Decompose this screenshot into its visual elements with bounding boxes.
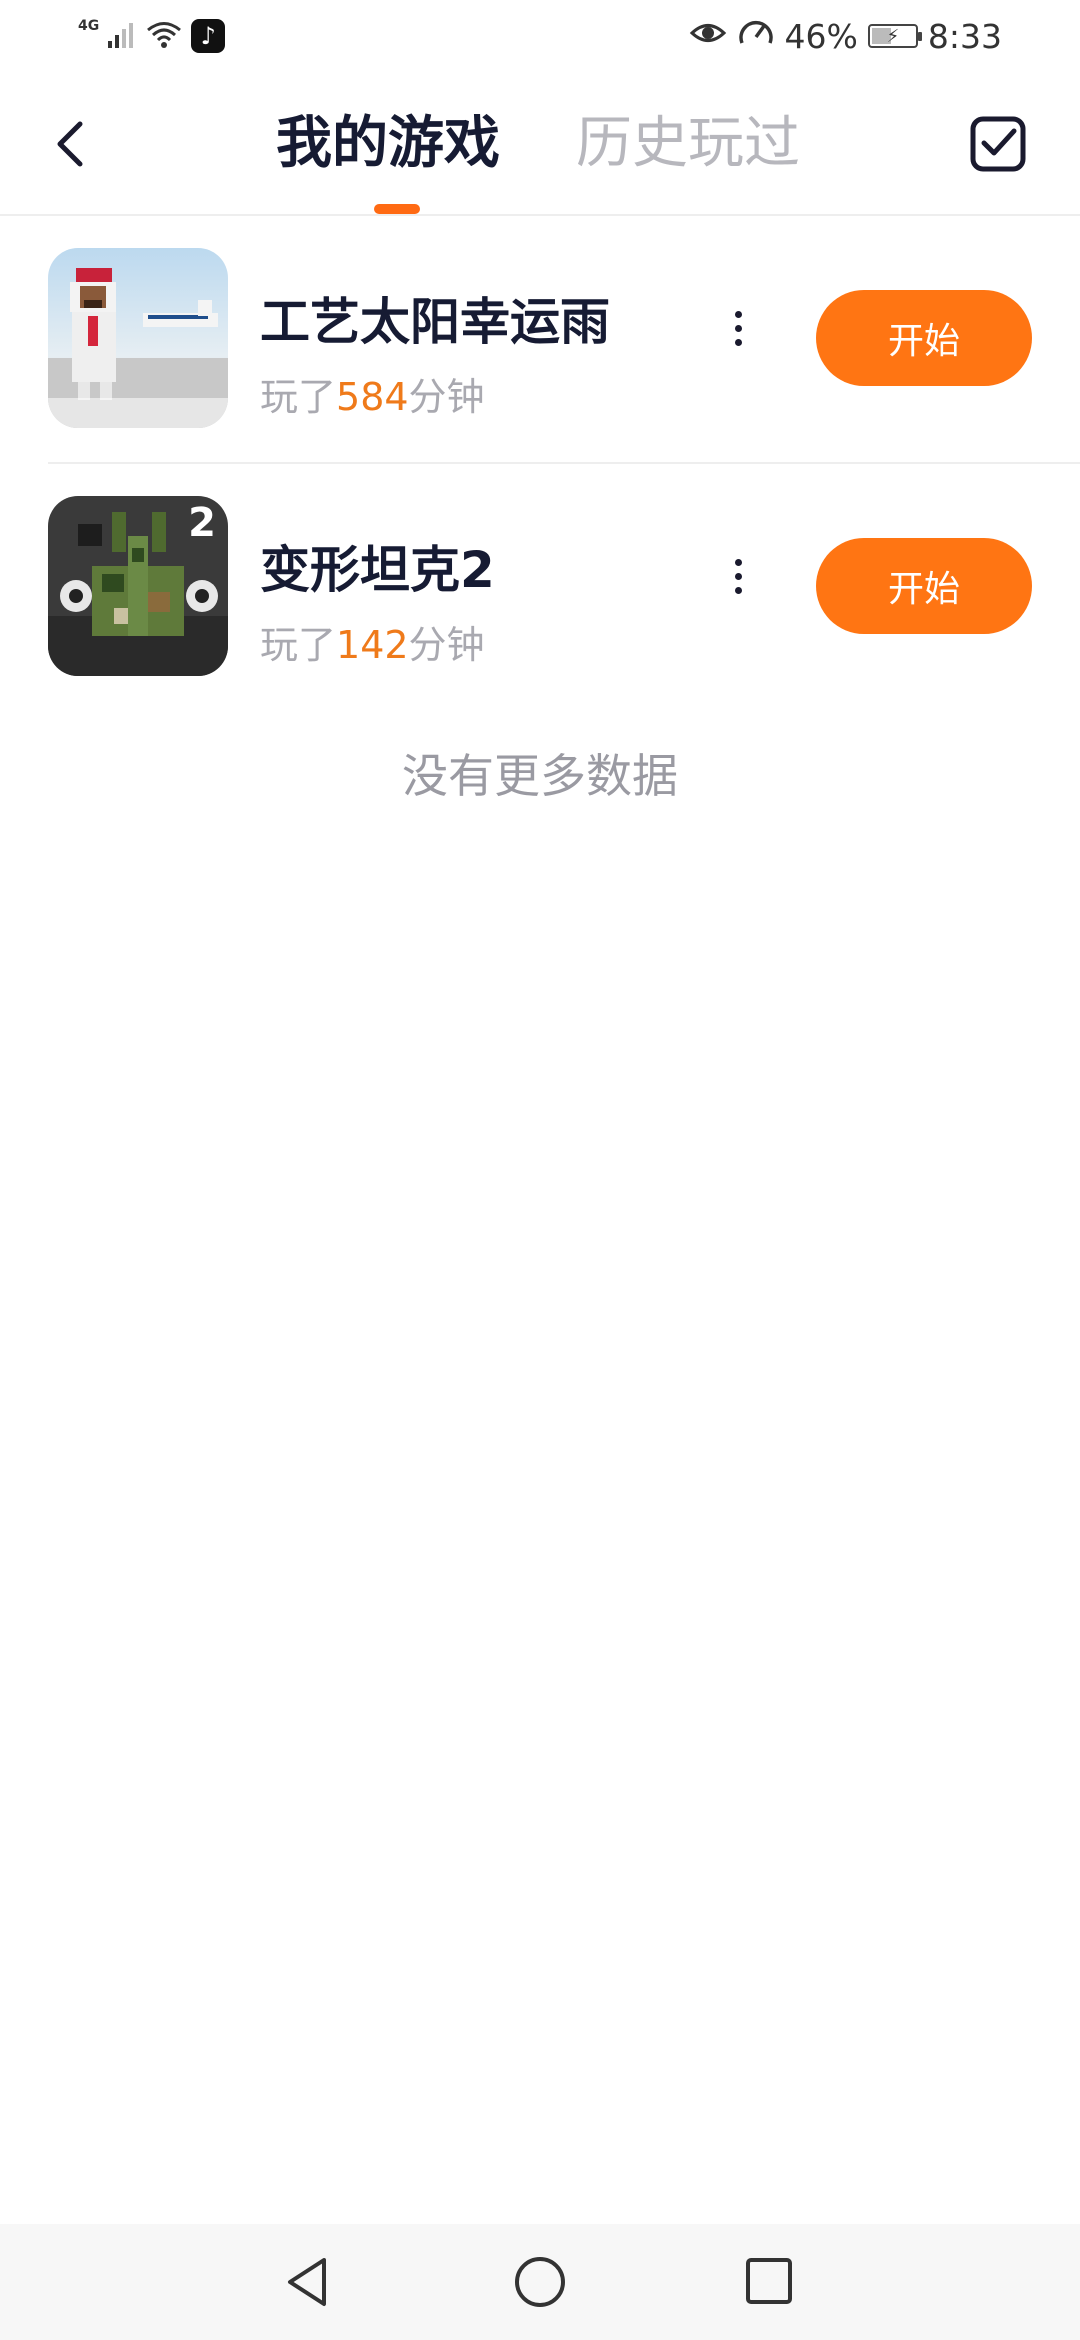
start-button[interactable]: 开始 [816,290,1032,386]
play-time-suffix: 分钟 [408,623,485,667]
charging-bolt-icon: ⚡ [886,25,900,47]
tab-history[interactable]: 历史玩过 [576,104,800,184]
game-list-item[interactable]: 工艺太阳幸运雨 玩了584分钟 开始 [48,216,1080,464]
checkbox-icon [970,116,1026,172]
signal-icon [107,19,137,53]
no-more-data-message: 没有更多数据 [402,749,678,803]
tiktok-icon: ♪ [191,19,226,53]
chevron-left-icon [57,121,83,167]
status-right: 46% ⚡ 8:33 [689,14,1002,58]
play-time-prefix: 玩了 [260,375,337,419]
game-icon-qatar-craft[interactable] [48,248,228,428]
game-title[interactable]: 变形坦克2 [260,530,495,602]
header: 我的游戏 历史玩过 [0,72,1080,216]
nav-recents-button[interactable] [744,2256,794,2306]
network-type: 4G [78,18,100,34]
status-left: 4G ♪ [78,18,226,54]
more-dot-icon [734,572,742,580]
square-recents-icon [746,2258,792,2304]
system-nav-bar [0,2224,1080,2340]
play-time-minutes: 584 [336,375,409,419]
play-time: 玩了142分钟 [260,614,485,669]
triangle-back-icon [288,2258,326,2306]
speed-icon [737,15,775,57]
circle-home-icon [515,2257,565,2307]
nav-back-button[interactable] [280,2254,336,2310]
edit-select-button[interactable] [968,114,1028,174]
tab-my-games[interactable]: 我的游戏 [276,104,500,184]
wifi-icon [145,19,183,53]
nav-home-button[interactable] [512,2254,568,2310]
game-icon-number: 2 [188,500,216,546]
more-dot-icon [734,558,742,566]
play-time-minutes: 142 [336,623,409,667]
play-time: 玩了584分钟 [260,366,485,421]
battery-percent: 46% [784,16,858,56]
game-icon-transform-tank[interactable]: 2 [48,496,228,676]
more-dot-icon [734,324,742,332]
eye-icon [689,17,727,56]
more-dot-icon [734,586,742,594]
battery-icon: ⚡ [867,24,922,48]
active-tab-indicator [374,204,420,214]
game-list-item[interactable]: 2 变形坦克2 玩了142分钟 开始 [48,464,1080,712]
status-bar: 4G ♪ 46% ⚡ 8:33 [0,0,1080,72]
more-dot-icon [734,310,742,318]
more-dot-icon [734,338,742,346]
more-options-button[interactable] [718,542,758,610]
play-time-suffix: 分钟 [408,375,485,419]
play-time-prefix: 玩了 [260,623,337,667]
back-button[interactable] [42,114,102,174]
start-button[interactable]: 开始 [816,538,1032,634]
clock: 8:33 [927,16,1002,56]
game-title[interactable]: 工艺太阳幸运雨 [260,282,610,354]
more-options-button[interactable] [718,294,758,362]
